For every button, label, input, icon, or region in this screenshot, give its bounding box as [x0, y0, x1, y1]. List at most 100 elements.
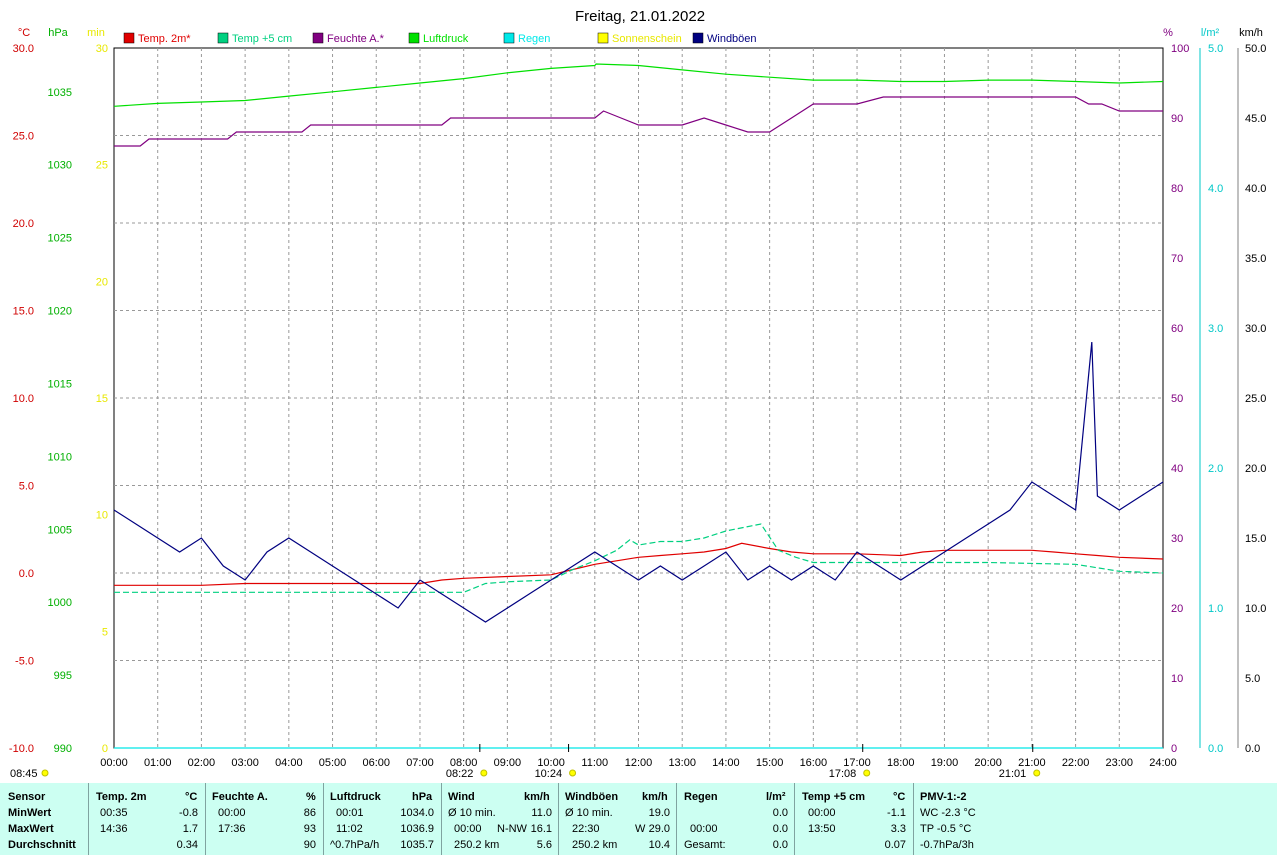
- humidity-axis-tick: 50: [1171, 393, 1183, 405]
- temp-axis-tick: 0.0: [19, 568, 34, 580]
- legend-label: Temp. 2m*: [138, 33, 191, 45]
- rain-axis-tick: 2.0: [1208, 463, 1223, 475]
- stats-header-luftdruck: Luftdruck: [330, 791, 381, 803]
- legend-label: Luftdruck: [423, 33, 469, 45]
- x-tick-label: 16:00: [800, 757, 828, 769]
- legend-label: Sonnenschein: [612, 33, 682, 45]
- legend-label: Windböen: [707, 33, 757, 45]
- feuchte-max-time: 17:36: [218, 823, 246, 835]
- regen-r1-val: 0.0: [772, 807, 788, 819]
- luftdruck-min: 1034.0: [400, 807, 434, 819]
- temp-axis-tick: 25.0: [13, 131, 34, 143]
- x-tick-label: 00:00: [100, 757, 128, 769]
- pressure-axis-tick: 990: [54, 743, 72, 755]
- sun-axis-tick: 0: [102, 743, 108, 755]
- temp-axis-tick: 15.0: [13, 306, 34, 318]
- regen-r2-val: 0.0: [772, 823, 788, 835]
- wind-r2-time: 00:00: [454, 823, 482, 835]
- legend-swatch: [123, 32, 135, 44]
- stats-header-temp2m: Temp. 2m: [96, 791, 147, 803]
- temp5cm-avg: 0.07: [884, 839, 906, 851]
- x-tick-label: 09:00: [494, 757, 522, 769]
- legend-swatch: [217, 32, 229, 44]
- legend-swatch: [692, 32, 704, 44]
- rain-axis-tick: 0.0: [1208, 743, 1223, 755]
- stats-header-temp5cm-unit: °C: [893, 791, 906, 803]
- rain-axis-tick: 1.0: [1208, 603, 1223, 615]
- wind-axis-tick: 5.0: [1245, 673, 1260, 685]
- stats-header-feuchte: Feuchte A.: [212, 791, 268, 803]
- pmv-r1: WC -2.3 °C: [920, 807, 976, 819]
- temp5cm-max-time: 13:50: [808, 823, 836, 835]
- stats-row-min-label: MinWert: [8, 807, 52, 819]
- temp-axis-tick: -5.0: [15, 656, 34, 668]
- humidity-axis-tick: 70: [1171, 253, 1183, 265]
- x-tick-label: 07:00: [406, 757, 434, 769]
- sun-axis-tick: 15: [96, 393, 108, 405]
- sun-axis-tick: 10: [96, 510, 108, 522]
- sun-unit: min: [87, 27, 105, 39]
- stats-header-windboeen-unit: km/h: [642, 791, 668, 803]
- pressure-unit: hPa: [48, 27, 68, 39]
- x-tick-label: 18:00: [887, 757, 915, 769]
- legend-swatch: [408, 32, 420, 44]
- windboeen-r2-val: 29.0: [648, 823, 670, 835]
- pressure-axis-tick: 1020: [48, 306, 72, 318]
- sun-axis-tick: 5: [102, 626, 108, 638]
- x-tick-label: 13:00: [668, 757, 696, 769]
- wind-r3-val: 5.6: [536, 839, 552, 851]
- stats-header-luftdruck-unit: hPa: [412, 791, 433, 803]
- x-tick-label: 14:00: [712, 757, 740, 769]
- sun-marker-dot: [480, 769, 488, 777]
- legend-swatch: [597, 32, 609, 44]
- statistics-panel: Sensor Temp. 2m °C Feuchte A. % Luftdruc…: [0, 783, 1277, 855]
- stats-header-regen-unit: l/m²: [766, 791, 786, 803]
- feuchte-max: 93: [303, 823, 316, 835]
- x-tick-label: 02:00: [188, 757, 216, 769]
- temp5cm-max: 3.3: [890, 823, 906, 835]
- windboeen-r2-time: 22:30: [572, 823, 600, 835]
- wind-axis-tick: 35.0: [1245, 253, 1266, 265]
- sun-marker-dot: [863, 769, 871, 777]
- humidity-axis-tick: 90: [1171, 113, 1183, 125]
- humidity-axis-tick: 40: [1171, 463, 1183, 475]
- wind-r1-label: Ø 10 min.: [448, 807, 496, 819]
- pmv-r3: -0.7hPa/3h: [920, 839, 974, 851]
- sun-marker-label: 08:45: [10, 768, 38, 780]
- pmv-r2: TP -0.5 °C: [920, 823, 972, 835]
- wind-axis-tick: 10.0: [1245, 603, 1266, 615]
- temp5cm-min: -1.1: [887, 807, 906, 819]
- luftdruck-max-time: 11:02: [336, 823, 363, 835]
- rain-axis-tick: 5.0: [1208, 43, 1223, 55]
- stats-header-temp2m-unit: °C: [185, 791, 198, 803]
- x-tick-label: 01:00: [144, 757, 172, 769]
- regen-r3-label: Gesamt:: [684, 839, 726, 851]
- pressure-axis-tick: 1025: [48, 233, 72, 245]
- chart-title: Freitag, 21.01.2022: [575, 8, 705, 25]
- stats-header-windboeen: Windböen: [565, 791, 619, 803]
- regen-r2-time: 00:00: [690, 823, 718, 835]
- wind-axis-tick: 40.0: [1245, 183, 1266, 195]
- wind-axis-tick: 30.0: [1245, 323, 1266, 335]
- humidity-axis-tick: 0: [1171, 743, 1177, 755]
- humidity-axis-tick: 30: [1171, 533, 1183, 545]
- x-tick-label: 05:00: [319, 757, 347, 769]
- x-tick-label: 23:00: [1106, 757, 1134, 769]
- windboeen-r1-val: 19.0: [648, 807, 670, 819]
- humidity-axis-tick: 100: [1171, 43, 1189, 55]
- x-tick-label: 22:00: [1062, 757, 1090, 769]
- pressure-axis-tick: 1030: [48, 160, 72, 172]
- pressure-axis-tick: 1010: [48, 451, 72, 463]
- temp5cm-min-time: 00:00: [808, 807, 836, 819]
- wind-r1-val: 11.0: [531, 807, 552, 819]
- stats-header-wind: Wind: [448, 791, 475, 803]
- stats-header-regen: Regen: [684, 791, 718, 803]
- humidity-axis-tick: 60: [1171, 323, 1183, 335]
- stats-header-temp5cm: Temp +5 cm: [802, 791, 866, 803]
- stats-row-avg-label: Durchschnitt: [8, 839, 76, 851]
- legend-swatch: [312, 32, 324, 44]
- x-tick-label: 24:00: [1149, 757, 1177, 769]
- temp2m-avg: 0.34: [176, 839, 198, 851]
- wind-r3-dist: 250.2 km: [454, 839, 500, 851]
- feuchte-avg: 90: [303, 839, 316, 851]
